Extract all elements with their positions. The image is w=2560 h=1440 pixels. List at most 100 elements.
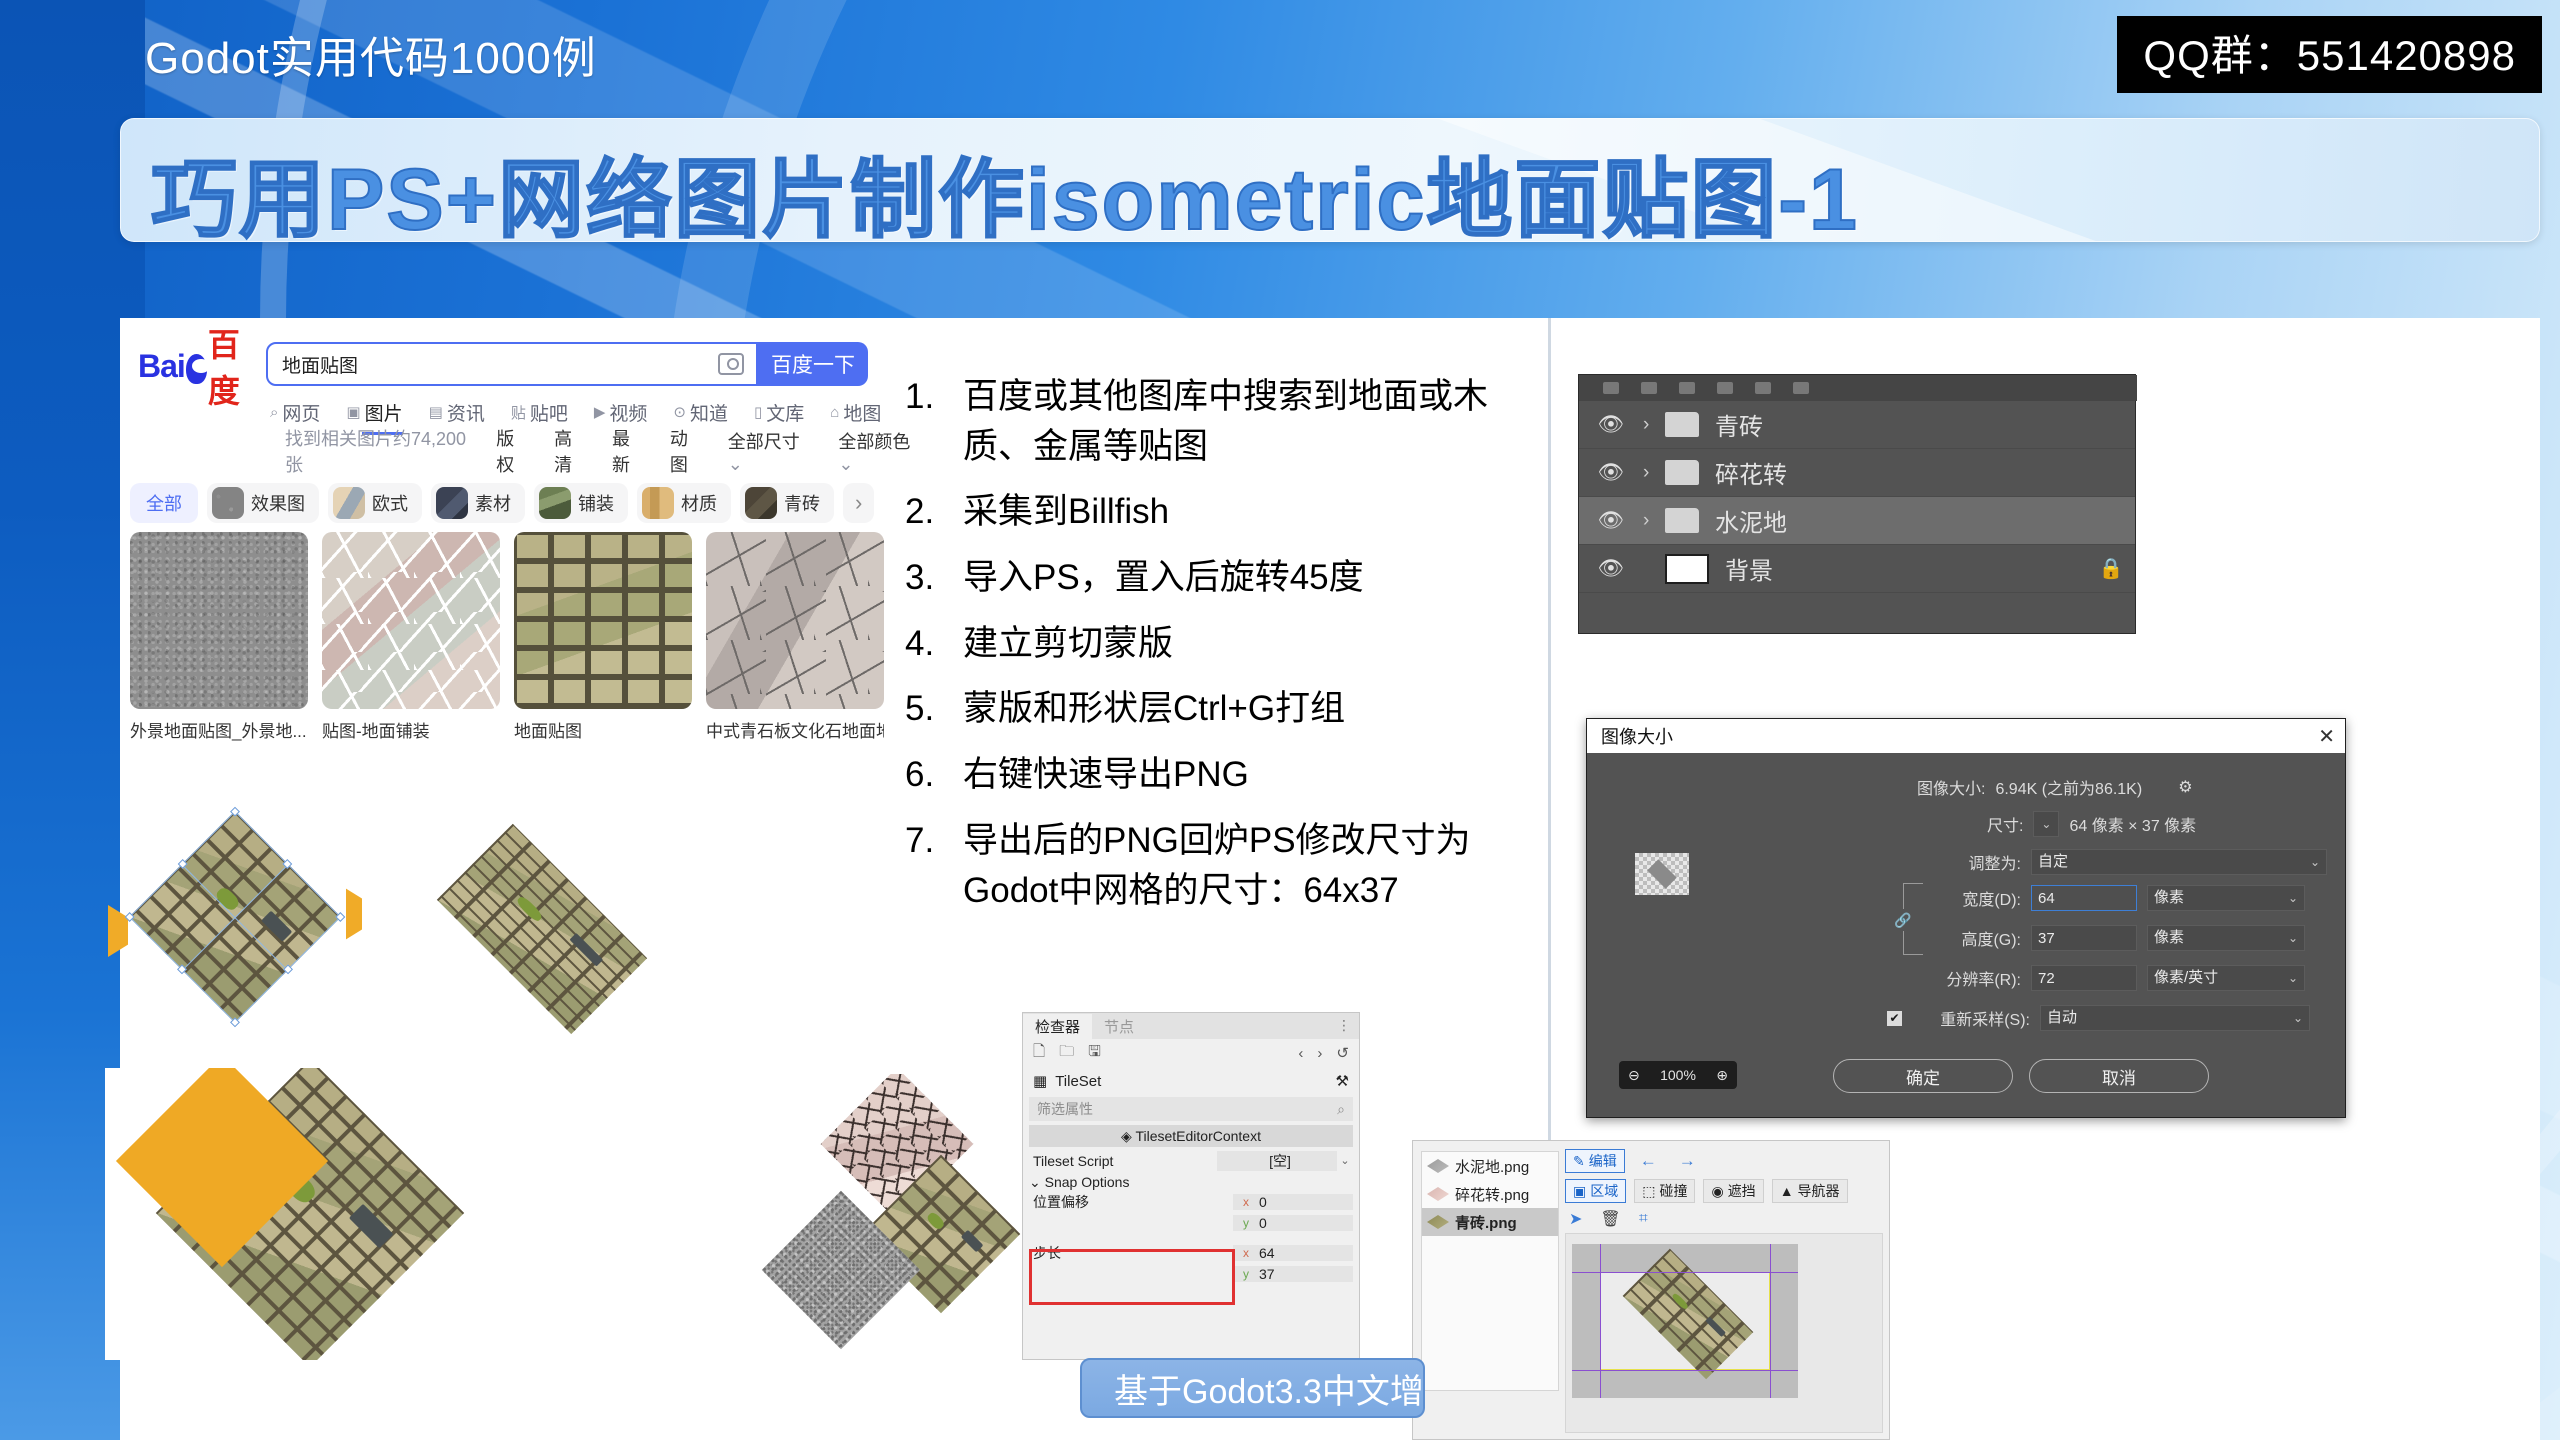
tab-webpage[interactable]: ⌕ 网页 xyxy=(270,399,320,426)
back-icon[interactable]: ‹ xyxy=(1298,1045,1303,1062)
tab-images[interactable]: ▣ 图片 xyxy=(346,399,403,435)
result-card[interactable]: 地面贴图 xyxy=(514,532,692,762)
eye-icon[interactable]: 👁 xyxy=(1579,509,1643,533)
layer-row[interactable]: 👁 › 青砖 xyxy=(1579,401,2135,449)
chip-material[interactable]: 素材 xyxy=(431,483,525,523)
chevron-right-icon[interactable]: › xyxy=(1643,510,1665,532)
open-icon[interactable]: 🗀 xyxy=(1059,1041,1074,1066)
property-value-y[interactable]: y 0 xyxy=(1233,1214,1353,1231)
chip-texture[interactable]: 材质 xyxy=(637,483,731,523)
lock-position-icon[interactable] xyxy=(1717,382,1733,394)
result-card[interactable]: 外景地面贴图_外景地... xyxy=(130,532,308,762)
chevron-down-icon[interactable]: ⌄ xyxy=(1337,1154,1353,1167)
chip-effect[interactable]: 效果图 xyxy=(207,483,319,523)
gear-icon[interactable]: ⚙ xyxy=(2178,777,2192,797)
lock-all-icon[interactable] xyxy=(1755,382,1771,394)
tab-tieba[interactable]: 贴 贴吧 xyxy=(511,399,568,426)
handle-right-center[interactable] xyxy=(283,964,293,975)
chevron-right-icon[interactable]: › xyxy=(1643,462,1665,484)
nav-back-button[interactable]: ← xyxy=(1633,1149,1664,1173)
handle-top-right[interactable] xyxy=(335,912,346,922)
ok-button[interactable]: 确定 xyxy=(1833,1059,2013,1093)
search-icon[interactable]: ⌕ xyxy=(1337,1101,1345,1118)
tileset-canvas[interactable] xyxy=(1565,1233,1883,1433)
result-card[interactable]: 中式青石板文化石地面地... xyxy=(706,532,884,762)
tab-wenku[interactable]: ▯ 文库 xyxy=(754,399,804,426)
eye-icon[interactable]: 👁 xyxy=(1579,413,1643,437)
layer-row-selected[interactable]: 👁 › 水泥地 xyxy=(1579,497,2135,545)
property-row-offset-y[interactable]: y 0 xyxy=(1029,1212,1353,1233)
new-resource-icon[interactable]: 🗋 xyxy=(1033,1041,1045,1066)
property-value-x[interactable]: x 0 xyxy=(1233,1193,1353,1210)
close-icon[interactable]: ✕ xyxy=(2318,724,2335,749)
save-icon[interactable]: 🖫 xyxy=(1088,1041,1101,1066)
result-card[interactable]: 贴图-地面铺装 xyxy=(322,532,500,762)
nav-forward-button[interactable]: → xyxy=(1672,1149,1703,1173)
result-thumbnail[interactable] xyxy=(514,532,692,709)
tools-icon[interactable]: ⚒ xyxy=(1336,1072,1349,1090)
layer-row[interactable]: 👁 › 碎花转 xyxy=(1579,449,2135,497)
fit-to-dropdown[interactable]: 自定 ⌄ xyxy=(2031,849,2327,875)
tileset-list-item-selected[interactable]: 青砖.png xyxy=(1422,1208,1558,1236)
tab-map[interactable]: ⌂ 地图 xyxy=(830,399,881,426)
result-thumbnail[interactable] xyxy=(322,532,500,709)
transform-handles[interactable] xyxy=(124,806,346,1028)
filter-hd[interactable]: 高清 xyxy=(554,425,588,477)
tileset-list-item[interactable]: 水泥地.png xyxy=(1422,1152,1558,1180)
height-input[interactable]: 37 xyxy=(2031,925,2137,951)
chip-paving[interactable]: 铺装 xyxy=(534,483,628,523)
tab-zhidao[interactable]: ⊙ 知道 xyxy=(673,399,728,426)
mode-collision-button[interactable]: ⬚ 碰撞 xyxy=(1634,1179,1696,1203)
resolution-input[interactable]: 72 xyxy=(2031,965,2137,991)
mode-region-button[interactable]: ▣ 区域 xyxy=(1565,1179,1627,1203)
history-icon[interactable]: ↺ xyxy=(1336,1044,1349,1062)
tileset-list-item[interactable]: 碎花转.png xyxy=(1422,1180,1558,1208)
camera-icon[interactable] xyxy=(718,353,744,375)
width-input[interactable]: 64 xyxy=(2031,885,2137,911)
filter-latest[interactable]: 最新 xyxy=(612,425,646,477)
chips-next-button[interactable]: › xyxy=(843,483,875,523)
handle-bottom-right[interactable] xyxy=(230,1017,240,1028)
property-row-offset-x[interactable]: 位置偏移 x 0 xyxy=(1029,1191,1353,1212)
zoom-in-button[interactable]: ⊕ xyxy=(1716,1067,1728,1084)
search-input-value[interactable]: 地面贴图 xyxy=(282,351,718,378)
tab-node[interactable]: 节点 xyxy=(1092,1014,1146,1039)
tab-video[interactable]: ▶ 视频 xyxy=(594,399,648,426)
forward-icon[interactable]: › xyxy=(1317,1045,1322,1062)
width-unit-dropdown[interactable]: 像素 ⌄ xyxy=(2147,885,2305,911)
mode-occlusion-button[interactable]: ◉ 遮挡 xyxy=(1703,1179,1764,1203)
resample-checkbox[interactable]: ✔ xyxy=(1887,1010,1902,1026)
search-input[interactable]: 地面贴图 xyxy=(266,342,758,386)
tab-news[interactable]: ▤ 资讯 xyxy=(429,399,485,426)
dropdown-size[interactable]: 全部尺寸 xyxy=(728,428,815,475)
eye-icon[interactable]: 👁 xyxy=(1579,557,1643,581)
link-icon[interactable]: 🔗 xyxy=(1893,909,1913,931)
dimension-dropdown[interactable]: ⌄ xyxy=(2033,811,2060,837)
cancel-button[interactable]: 取消 xyxy=(2029,1059,2209,1093)
result-thumbnail[interactable] xyxy=(130,532,308,709)
select-cursor-icon[interactable]: ➤ xyxy=(1569,1209,1582,1229)
height-unit-dropdown[interactable]: 像素 ⌄ xyxy=(2147,925,2305,951)
resample-dropdown[interactable]: 自动 ⌄ xyxy=(2040,1005,2310,1031)
filter-copyright[interactable]: 版权 xyxy=(496,425,530,477)
property-value-y[interactable]: y 37 xyxy=(1233,1265,1353,1282)
zoom-out-button[interactable]: ⊖ xyxy=(1628,1067,1640,1084)
opacity-icon[interactable] xyxy=(1641,382,1657,394)
chip-all[interactable]: 全部 xyxy=(130,483,198,523)
tab-inspector[interactable]: 检查器 xyxy=(1023,1014,1093,1039)
blend-mode-icon[interactable] xyxy=(1603,382,1619,394)
property-value-x[interactable]: x 64 xyxy=(1233,1244,1353,1261)
eye-icon[interactable]: 👁 xyxy=(1579,461,1643,485)
property-row-step-y[interactable]: y 37 xyxy=(1029,1263,1353,1284)
property-value[interactable]: [空] xyxy=(1217,1150,1337,1171)
chip-european[interactable]: 欧式 xyxy=(328,483,422,523)
fill-icon[interactable] xyxy=(1793,382,1809,394)
resolution-unit-dropdown[interactable]: 像素/英寸 ⌄ xyxy=(2147,965,2305,991)
result-thumbnail[interactable] xyxy=(706,532,884,709)
property-row-step-x[interactable]: 步长 x 64 xyxy=(1029,1242,1353,1263)
mode-navigation-button[interactable]: ▲ 导航器 xyxy=(1771,1179,1848,1203)
chip-greenbrick[interactable]: 青砖 xyxy=(740,483,834,523)
zoom-control[interactable]: ⊖ 100% ⊕ xyxy=(1619,1061,1737,1089)
section-snap-options[interactable]: ⌄ Snap Options xyxy=(1029,1174,1353,1191)
lock-pixels-icon[interactable] xyxy=(1679,382,1695,394)
